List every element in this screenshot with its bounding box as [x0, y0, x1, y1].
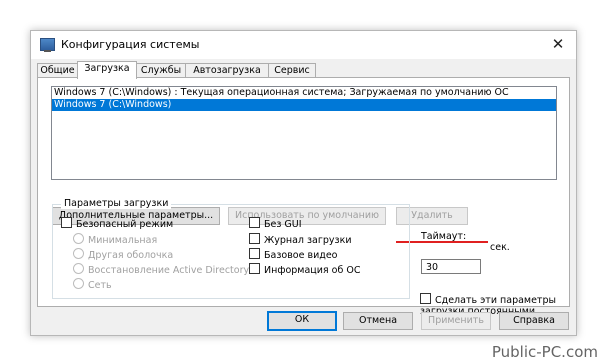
os-list-item-selected[interactable]: Windows 7 (C:\Windows)	[52, 99, 556, 111]
timeout-input[interactable]: 30	[421, 259, 481, 274]
network-label: Сеть	[88, 280, 112, 291]
os-list[interactable]: Windows 7 (C:\Windows) : Текущая операци…	[51, 86, 557, 180]
no-gui-checkbox[interactable]: Без GUI	[249, 217, 302, 230]
ad-repair-radio[interactable]: Восстановление Active Directory	[73, 263, 249, 276]
base-video-label: Базовое видео	[264, 250, 338, 261]
safe-mode-checkbox-box[interactable]	[61, 217, 72, 228]
os-boot-info-checkbox[interactable]: Информация об ОС	[249, 263, 360, 276]
minimal-label: Минимальная	[88, 235, 158, 246]
boot-log-label: Журнал загрузки	[264, 235, 352, 246]
alternate-shell-radio-circle[interactable]	[73, 248, 84, 259]
close-icon[interactable]: ✕	[548, 34, 568, 54]
help-button[interactable]: Справка	[499, 312, 569, 330]
system-configuration-dialog: Конфигурация системы ✕ Общие Загрузка Сл…	[30, 30, 577, 336]
safe-mode-checkbox[interactable]: Безопасный режим	[61, 217, 173, 230]
tab-startup[interactable]: Автозагрузка	[185, 63, 269, 78]
boot-log-checkbox[interactable]: Журнал загрузки	[249, 233, 352, 246]
base-video-checkbox-box[interactable]	[249, 248, 260, 259]
tab-tools[interactable]: Сервис	[268, 63, 316, 78]
safe-mode-label: Безопасный режим	[76, 219, 174, 230]
boot-log-checkbox-box[interactable]	[249, 233, 260, 244]
os-boot-info-label: Информация об ОС	[264, 265, 361, 276]
msconfig-icon	[40, 38, 55, 52]
base-video-checkbox[interactable]: Базовое видео	[249, 248, 337, 261]
os-list-item[interactable]: Windows 7 (C:\Windows) : Текущая операци…	[52, 87, 556, 99]
network-radio-circle[interactable]	[73, 278, 84, 289]
no-gui-checkbox-box[interactable]	[249, 217, 260, 228]
timeout-unit: сек.	[490, 242, 510, 253]
ad-repair-label: Восстановление Active Directory	[88, 265, 250, 276]
os-boot-info-checkbox-box[interactable]	[249, 263, 260, 274]
minimal-radio-circle[interactable]	[73, 233, 84, 244]
cancel-button[interactable]: Отмена	[343, 312, 413, 330]
make-permanent-checkbox-box[interactable]	[420, 293, 431, 304]
boot-options-legend: Параметры загрузки	[61, 198, 172, 209]
boot-options-group: Параметры загрузки Безопасный режим Мини…	[52, 198, 410, 299]
network-radio[interactable]: Сеть	[73, 278, 112, 291]
site-watermark: Public-PC.com	[491, 343, 598, 361]
tab-boot[interactable]: Загрузка	[77, 61, 137, 79]
minimal-radio[interactable]: Минимальная	[73, 233, 157, 246]
apply-button[interactable]: Применить	[421, 312, 491, 330]
no-gui-label: Без GUI	[264, 219, 302, 230]
timeout-label: Таймаут:	[421, 231, 467, 242]
tab-services[interactable]: Службы	[136, 63, 186, 78]
window-title: Конфигурация системы	[61, 38, 200, 51]
ok-button[interactable]: ОК	[267, 311, 337, 331]
ad-repair-radio-circle[interactable]	[73, 263, 84, 274]
tab-general[interactable]: Общие	[37, 63, 78, 78]
alternate-shell-label: Другая оболочка	[88, 250, 174, 261]
title-bar: Конфигурация системы ✕	[31, 31, 576, 59]
alternate-shell-radio[interactable]: Другая оболочка	[73, 248, 173, 261]
